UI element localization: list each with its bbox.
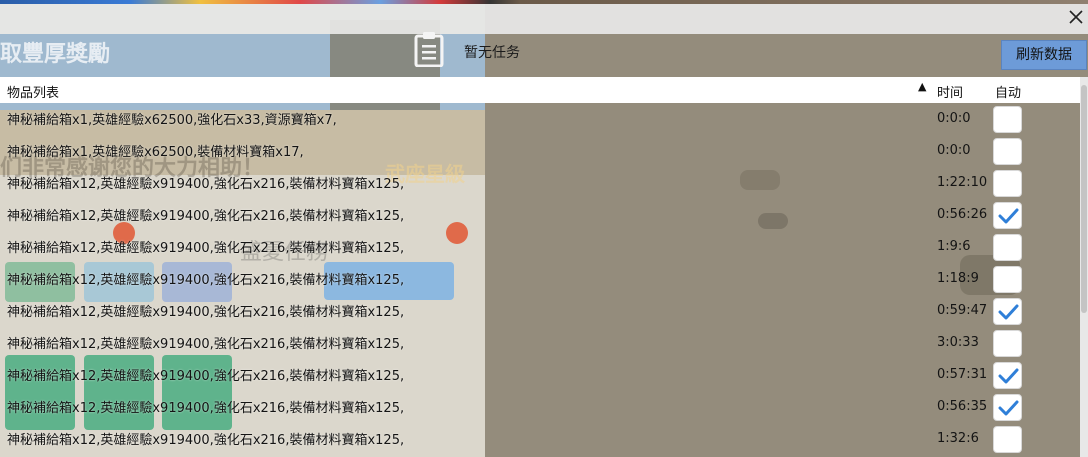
column-auto: 自动 — [995, 86, 1022, 101]
row-items-text: 神秘補給箱x12,英雄經驗x919400,強化石x216,裝備材料寶箱x125, — [7, 337, 405, 352]
row-items-text: 神秘補給箱x12,英雄經驗x919400,強化石x216,裝備材料寶箱x125, — [7, 209, 405, 224]
table-row: 神秘補給箱x12,英雄經驗x919400,強化石x216,裝備材料寶箱x125,… — [0, 423, 1080, 455]
clipboard-icon — [414, 32, 444, 67]
row-items-text: 神秘補給箱x12,英雄經驗x919400,強化石x216,裝備材料寶箱x125, — [7, 401, 405, 416]
table-row: 神秘補給箱x12,英雄經驗x919400,強化石x216,裝備材料寶箱x125,… — [0, 391, 1080, 423]
refresh-data-button[interactable]: 刷新数据 — [1001, 40, 1087, 70]
table-header: 物品列表 ▲ 时间 自动 — [0, 77, 1080, 103]
row-time: 1:18:9 — [937, 271, 979, 286]
auto-checkbox[interactable] — [993, 234, 1022, 261]
row-time: 0:57:31 — [937, 367, 988, 382]
task-header: 暂无任务 刷新数据 — [0, 32, 1088, 76]
check-icon — [998, 208, 1019, 224]
auto-checkbox[interactable] — [993, 426, 1022, 453]
reward-table: 神秘補給箱x1,英雄經驗x62500,強化石x33,資源寶箱x7, 0:0:0 神秘… — [0, 103, 1080, 457]
row-time: 3:0:33 — [937, 335, 979, 350]
auto-checkbox[interactable] — [993, 362, 1022, 389]
table-row: 神秘補給箱x1,英雄經驗x62500,裝備材料寶箱x17, 0:0:0 — [0, 135, 1080, 167]
row-time: 0:0:0 — [937, 111, 971, 126]
row-time: 1:22:10 — [937, 175, 988, 190]
table-row: 神秘補給箱x12,英雄經驗x919400,強化石x216,裝備材料寶箱x125,… — [0, 167, 1080, 199]
table-row: 神秘補給箱x12,英雄經驗x919400,強化石x216,裝備材料寶箱x125,… — [0, 263, 1080, 295]
auto-checkbox[interactable] — [993, 202, 1022, 229]
row-items-text: 神秘補給箱x12,英雄經驗x919400,強化石x216,裝備材料寶箱x125, — [7, 273, 405, 288]
row-items-text: 神秘補給箱x12,英雄經驗x919400,強化石x216,裝備材料寶箱x125, — [7, 369, 405, 384]
sort-up-icon[interactable]: ▲ — [918, 80, 926, 93]
row-items-text: 神秘補給箱x1,英雄經驗x62500,裝備材料寶箱x17, — [7, 145, 304, 160]
row-items-text: 神秘補給箱x1,英雄經驗x62500,強化石x33,資源寶箱x7, — [7, 113, 337, 128]
row-time: 1:32:6 — [937, 431, 979, 446]
auto-checkbox[interactable] — [993, 138, 1022, 165]
row-items-text: 神秘補給箱x12,英雄經驗x919400,強化石x216,裝備材料寶箱x125, — [7, 241, 405, 256]
table-row: 神秘補給箱x12,英雄經驗x919400,強化石x216,裝備材料寶箱x125,… — [0, 199, 1080, 231]
close-button[interactable] — [1066, 6, 1086, 28]
banner-strip — [0, 0, 1088, 4]
scrollbar-thumb[interactable] — [1081, 85, 1087, 313]
row-items-text: 神秘補給箱x12,英雄經驗x919400,強化石x216,裝備材料寶箱x125, — [7, 177, 405, 192]
table-row: 神秘補給箱x12,英雄經驗x919400,強化石x216,裝備材料寶箱x125,… — [0, 359, 1080, 391]
check-icon — [998, 368, 1019, 384]
table-row: 神秘補給箱x1,英雄經驗x62500,強化石x33,資源寶箱x7, 0:0:0 — [0, 103, 1080, 135]
row-time: 1:9:6 — [937, 239, 971, 254]
auto-checkbox[interactable] — [993, 298, 1022, 325]
row-items-text: 神秘補給箱x12,英雄經驗x919400,強化石x216,裝備材料寶箱x125, — [7, 305, 405, 320]
row-time: 0:56:26 — [937, 207, 988, 222]
auto-checkbox[interactable] — [993, 170, 1022, 197]
close-icon — [1069, 10, 1083, 24]
no-task-label: 暂无任务 — [464, 45, 520, 61]
row-time: 0:56:35 — [937, 399, 988, 414]
check-icon — [998, 400, 1019, 416]
scrollbar[interactable] — [1080, 77, 1088, 457]
table-row: 神秘補給箱x12,英雄經驗x919400,強化石x216,裝備材料寶箱x125,… — [0, 231, 1080, 263]
table-row: 神秘補給箱x12,英雄經驗x919400,強化石x216,裝備材料寶箱x125,… — [0, 295, 1080, 327]
row-time: 0:0:0 — [937, 143, 971, 158]
column-items: 物品列表 — [7, 86, 60, 101]
auto-checkbox[interactable] — [993, 330, 1022, 357]
row-time: 0:59:47 — [937, 303, 988, 318]
column-time[interactable]: 时间 — [937, 82, 963, 101]
row-items-text: 神秘補給箱x12,英雄經驗x919400,強化石x216,裝備材料寶箱x125, — [7, 433, 405, 448]
table-row: 神秘補給箱x12,英雄經驗x919400,強化石x216,裝備材料寶箱x125,… — [0, 327, 1080, 359]
auto-checkbox[interactable] — [993, 106, 1022, 133]
dialog-top-bar — [0, 0, 1088, 34]
check-icon — [998, 304, 1019, 320]
auto-checkbox[interactable] — [993, 394, 1022, 421]
auto-checkbox[interactable] — [993, 266, 1022, 293]
